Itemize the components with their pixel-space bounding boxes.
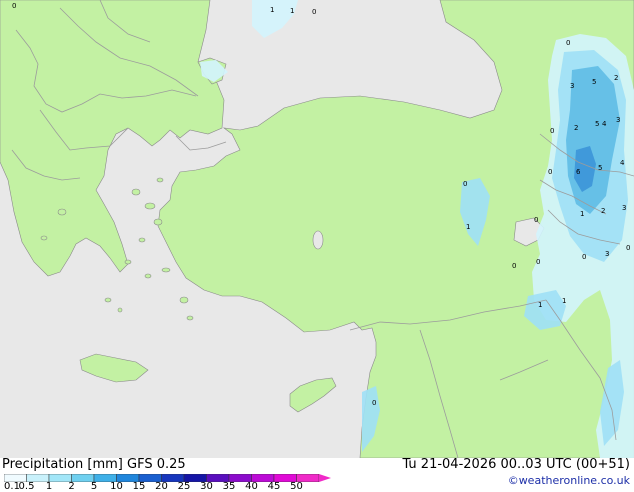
- precip-label: 1: [562, 297, 566, 305]
- precip-label: 4: [602, 120, 607, 128]
- lake-tuz: [312, 230, 324, 250]
- colorbar-tick-label: 15: [132, 481, 146, 492]
- precip-label: 1: [466, 223, 470, 231]
- precip-label: 0: [12, 2, 16, 10]
- precip-label: 2: [574, 124, 578, 132]
- precipitation-map: 1 1 0 0 3 5 2 0 2 5 3 4 6 5 4 1 2 3 0 0 …: [0, 0, 634, 458]
- precip-label: 0: [550, 127, 554, 135]
- precip-label: 4: [620, 159, 625, 167]
- precip-label: 5: [598, 164, 602, 172]
- precip-label: 1: [538, 301, 542, 309]
- colorbar-tick-label: 10: [110, 481, 123, 492]
- colorbar-tick-label: 25: [177, 481, 191, 492]
- precip-label: 3: [622, 204, 626, 212]
- colorbar-tick-label: 5: [90, 481, 98, 492]
- colorbar-tick-label: 30: [200, 481, 213, 492]
- precip-label: 0: [626, 244, 630, 252]
- colorbar-tick-label: 40: [245, 481, 258, 492]
- colorbar-tick-label: 0.5: [18, 481, 35, 492]
- precip-label: 3: [570, 82, 574, 90]
- precip-label: 3: [616, 116, 620, 124]
- precip-label: 0: [534, 216, 538, 224]
- colorbar-tick-label: 35: [222, 481, 236, 492]
- colorbar-arrow: [319, 474, 331, 482]
- precip-label: 5: [592, 78, 596, 86]
- colorbar-tick-label: 50: [290, 481, 303, 492]
- precip-label: 2: [614, 74, 618, 82]
- colorbar-tick-label: 45: [267, 481, 281, 492]
- precipitation-colorbar: [4, 474, 331, 482]
- source-credit[interactable]: ©weatheronline.co.uk: [508, 474, 630, 488]
- colorbar-tick-labels: 0.1 0.5 1 2 5 10 15 20 25 30 35 40 45 50: [0, 482, 330, 492]
- precip-label: 0: [312, 8, 316, 16]
- precip-label: 6: [576, 168, 581, 176]
- colorbar-tick-label: 2: [68, 481, 75, 492]
- legend-footer: Precipitation [mm] GFS 0.25 Tu 21-04-202…: [0, 457, 634, 492]
- precip-label: 3: [605, 250, 609, 258]
- forecast-time: Tu 21-04-2026 00..03 UTC (00+51): [402, 457, 630, 472]
- precip-label: 1: [290, 7, 294, 15]
- precip-label: 0: [463, 180, 467, 188]
- precip-label: 0: [582, 253, 586, 261]
- map-title: Precipitation [mm] GFS 0.25: [2, 457, 186, 472]
- precip-label: 1: [270, 6, 274, 14]
- colorbar-tick-label: 1: [45, 481, 53, 492]
- precip-label: 0: [372, 399, 376, 407]
- precip-label: 1: [580, 210, 584, 218]
- weather-map-panel: 1 1 0 0 3 5 2 0 2 5 3 4 6 5 4 1 2 3 0 0 …: [0, 0, 634, 492]
- precip-label: 2: [601, 207, 605, 215]
- precip-label: 5: [595, 120, 599, 128]
- precip-label: 0: [512, 262, 516, 270]
- colorbar-tick-label: 20: [155, 481, 168, 492]
- precip-label: 0: [566, 39, 570, 47]
- precip-label: 0: [548, 168, 552, 176]
- precip-label: 0: [536, 258, 540, 266]
